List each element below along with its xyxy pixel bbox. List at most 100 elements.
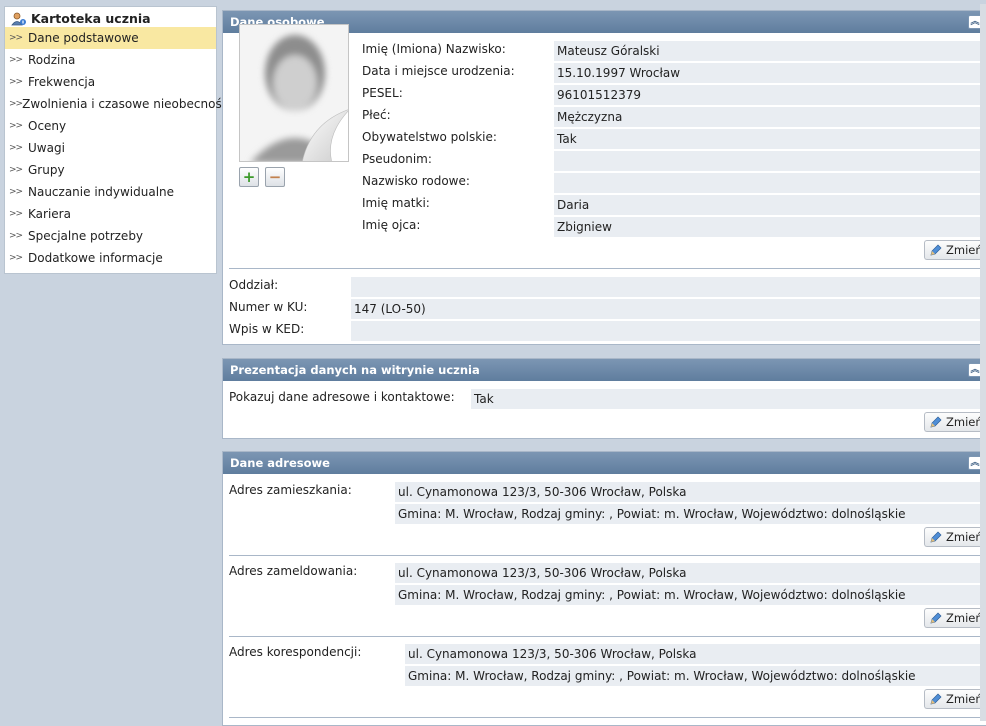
double-chevron-right-icon: >> [9, 55, 23, 65]
personal-field-label: Obywatelstwo polskie: [362, 130, 497, 144]
address-block-label: Adres zamieszkania: [229, 483, 352, 497]
change-personal-data-button[interactable]: Zmień [924, 240, 986, 260]
class-field-label: Oddział: [229, 278, 279, 292]
plus-icon: + [242, 168, 256, 186]
change-label: Zmień [946, 611, 983, 625]
double-chevron-right-icon: >> [9, 121, 23, 131]
personal-field-value [554, 173, 986, 193]
presentation-title: Prezentacja danych na witrynie ucznia [230, 363, 480, 377]
divider [229, 636, 986, 637]
add-photo-button[interactable]: + [239, 167, 259, 187]
sidebar-item[interactable]: >> Rodzina [5, 49, 216, 71]
class-field-value [351, 277, 986, 297]
sidebar-item[interactable]: >> Grupy [5, 159, 216, 181]
personal-field-label: Pseudonim: [362, 152, 432, 166]
student-record-sidebar: Kartoteka ucznia >> Dane podstawowe >> Rodz… [4, 6, 232, 274]
class-field-value [351, 321, 986, 341]
pencil-icon [929, 530, 943, 544]
personal-field-label: Płeć: [362, 108, 391, 122]
change-label: Zmień [946, 415, 983, 429]
double-chevron-right-icon: >> [9, 143, 23, 153]
address-panel: Dane adresowe ︽ Adres zamieszkania: ul. C… [222, 451, 986, 726]
personal-field-label: PESEL: [362, 86, 403, 100]
address-line2: Gmina: M. Wrocław, Rodzaj gminy: , Powia… [395, 504, 986, 524]
sidebar-item[interactable]: >> Uwagi [5, 137, 216, 159]
change-label: Zmień [946, 243, 983, 257]
class-field-value: 147 (LO-50) [351, 299, 986, 319]
personal-field-label: Data i miejsce urodzenia: [362, 64, 515, 78]
change-address-button[interactable]: Zmień [924, 527, 986, 547]
presentation-panel: Prezentacja danych na witrynie ucznia ︽ … [222, 358, 986, 439]
address-block-label: Adres zameldowania: [229, 564, 358, 578]
sidebar-item-label: Uwagi [28, 141, 65, 155]
remove-photo-button[interactable]: − [265, 167, 285, 187]
student-photo [239, 24, 349, 162]
address-line1: ul. Cynamonowa 123/3, 50-306 Wrocław, Po… [405, 644, 986, 664]
personal-field-value: 96101512379 [554, 85, 986, 105]
change-presentation-button[interactable]: Zmień [924, 412, 986, 432]
sidebar-item[interactable]: >> Specjalne potrzeby [5, 225, 216, 247]
sidebar-header: Kartoteka ucznia [5, 7, 216, 27]
address-title: Dane adresowe [230, 456, 330, 470]
sidebar-item-label: Specjalne potrzeby [28, 229, 144, 243]
personal-field-value: 15.10.1997 Wrocław [554, 63, 986, 83]
pencil-icon [929, 415, 943, 429]
address-block-label: Adres korespondencji: [229, 645, 362, 659]
sidebar-item[interactable]: >> Zwolnienia i czasowe nieobecności [5, 93, 232, 115]
sidebar-item-label: Frekwencja [28, 75, 96, 89]
personal-field-value: Zbigniew [554, 217, 986, 237]
double-chevron-right-icon: >> [9, 187, 23, 197]
vertical-scrollbar[interactable] [980, 4, 986, 721]
address-header: Dane adresowe ︽ [223, 452, 986, 474]
sidebar-item-label: Grupy [28, 163, 65, 177]
presentation-header: Prezentacja danych na witrynie ucznia ︽ [223, 359, 986, 381]
personal-field-label: Nazwisko rodowe: [362, 174, 470, 188]
personal-field-value: Mężczyzna [554, 107, 986, 127]
change-address-button[interactable]: Zmień [924, 608, 986, 628]
sidebar-item-label: Zwolnienia i czasowe nieobecności [22, 97, 232, 111]
sidebar-item-label: Dane podstawowe [28, 31, 139, 45]
divider [229, 717, 986, 718]
double-chevron-right-icon: >> [9, 253, 23, 263]
sidebar-item-label: Kariera [28, 207, 71, 221]
class-field-label: Wpis w KED: [229, 322, 305, 336]
sidebar-item[interactable]: >> Frekwencja [5, 71, 216, 93]
address-line1: ul. Cynamonowa 123/3, 50-306 Wrocław, Po… [395, 563, 986, 583]
show-address-value: Tak [471, 389, 986, 409]
double-chevron-right-icon: >> [9, 99, 23, 109]
change-address-button[interactable]: Zmień [924, 689, 986, 709]
sidebar-item[interactable]: >> Dodatkowe informacje [5, 247, 216, 269]
personal-field-value: Tak [554, 129, 986, 149]
double-chevron-right-icon: >> [9, 231, 23, 241]
double-chevron-right-icon: >> [9, 209, 23, 219]
sidebar-item-label: Rodzina [28, 53, 76, 67]
sidebar-item[interactable]: >> Dane podstawowe [5, 27, 216, 49]
sidebar-title: Kartoteka ucznia [31, 11, 151, 26]
pencil-icon [929, 611, 943, 625]
double-chevron-right-icon: >> [9, 33, 23, 43]
change-label: Zmień [946, 530, 983, 544]
double-chevron-right-icon: >> [9, 165, 23, 175]
address-line1: ul. Cynamonowa 123/3, 50-306 Wrocław, Po… [395, 482, 986, 502]
personal-field-value: Mateusz Góralski [554, 41, 986, 61]
personal-field-label: Imię matki: [362, 196, 430, 210]
sidebar-item-label: Oceny [28, 119, 67, 133]
sidebar-item-label: Dodatkowe informacje [28, 251, 163, 265]
divider [229, 268, 986, 269]
address-line2: Gmina: M. Wrocław, Rodzaj gminy: , Powia… [405, 666, 986, 686]
sidebar-item[interactable]: >> Nauczanie indywidualne [5, 181, 216, 203]
address-line2: Gmina: M. Wrocław, Rodzaj gminy: , Powia… [395, 585, 986, 605]
personal-field-label: Imię ojca: [362, 218, 421, 232]
pencil-icon [929, 692, 943, 706]
personal-field-value [554, 151, 986, 171]
pencil-icon [929, 243, 943, 257]
minus-icon: − [268, 168, 282, 186]
sidebar-item[interactable]: >> Kariera [5, 203, 216, 225]
personal-data-panel: Dane osobowe ︽ + − Imię (Imiona) Nazwisk… [222, 10, 986, 345]
sidebar-item[interactable]: >> Oceny [5, 115, 216, 137]
student-user-icon [11, 12, 27, 26]
divider [229, 555, 986, 556]
show-address-label: Pokazuj dane adresowe i kontaktowe: [229, 390, 455, 404]
change-label: Zmień [946, 692, 983, 706]
personal-field-value: Daria [554, 195, 986, 215]
